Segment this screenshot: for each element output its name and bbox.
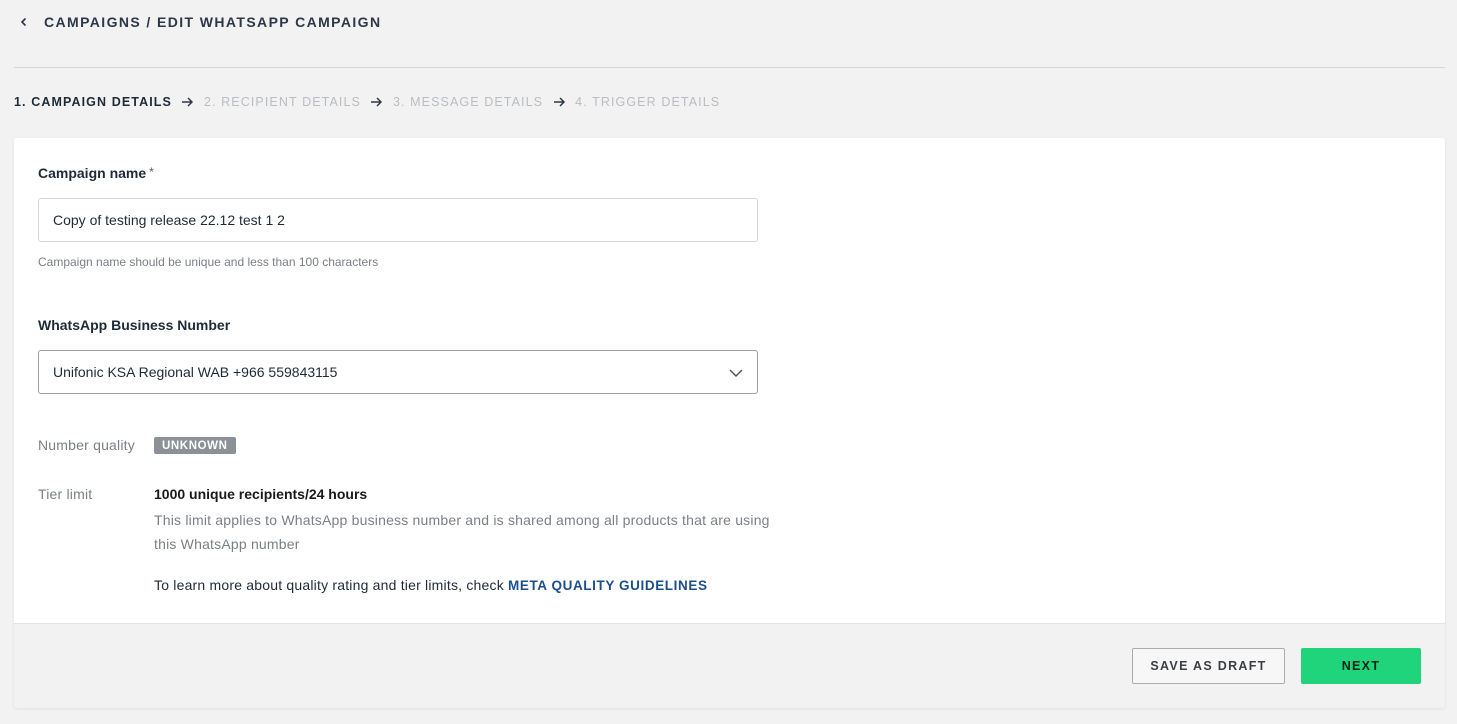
tier-limit-label: Tier limit — [38, 486, 93, 502]
business-number-label: WhatsApp Business Number — [38, 317, 231, 333]
tier-limit-value: 1000 unique recipients/24 hours — [154, 486, 368, 502]
campaign-name-input[interactable]: Copy of testing release 22.12 test 1 2 — [38, 198, 758, 242]
business-number-select[interactable]: Unifonic KSA Regional WAB +966 559843115 — [38, 350, 758, 394]
card-footer: SAVE AS DRAFT NEXT — [14, 623, 1445, 708]
next-button[interactable]: NEXT — [1301, 648, 1421, 684]
chevron-left-icon[interactable] — [14, 12, 34, 32]
campaign-name-value: Copy of testing release 22.12 test 1 2 — [53, 212, 285, 228]
arrow-right-icon — [180, 94, 196, 110]
campaign-name-label: Campaign name * — [38, 165, 154, 181]
breadcrumb: CAMPAIGNS / EDIT WHATSAPP CAMPAIGN — [44, 13, 382, 30]
campaign-name-label-text: Campaign name — [38, 165, 147, 181]
tier-limit-description: This limit applies to WhatsApp business … — [154, 512, 770, 552]
learn-more-text: To learn more about quality rating and t… — [154, 577, 708, 593]
meta-quality-guidelines-link[interactable]: META QUALITY GUIDELINES — [508, 578, 708, 593]
arrow-right-icon — [369, 94, 385, 110]
save-as-draft-button[interactable]: SAVE AS DRAFT — [1132, 648, 1285, 684]
stepper: 1. CAMPAIGN DETAILS 2. RECIPIENT DETAILS… — [14, 92, 720, 112]
step-trigger-details[interactable]: 4. TRIGGER DETAILS — [575, 95, 720, 109]
step-recipient-details[interactable]: 2. RECIPIENT DETAILS — [204, 95, 361, 109]
chevron-down-icon — [729, 364, 743, 380]
step-message-details[interactable]: 3. MESSAGE DETAILS — [393, 95, 543, 109]
number-quality-label: Number quality — [38, 437, 135, 453]
campaign-details-card: Campaign name * Copy of testing release 2… — [14, 138, 1445, 708]
status-badge: UNKNOWN — [154, 437, 236, 454]
required-mark: * — [149, 165, 154, 179]
learn-more-prefix: To learn more about quality rating and t… — [154, 577, 508, 593]
campaign-name-hint: Campaign name should be unique and less … — [38, 255, 379, 269]
arrow-right-icon — [551, 94, 567, 110]
business-number-value: Unifonic KSA Regional WAB +966 559843115 — [53, 364, 338, 380]
page-header: CAMPAIGNS / EDIT WHATSAPP CAMPAIGN — [14, 0, 1445, 68]
step-campaign-details[interactable]: 1. CAMPAIGN DETAILS — [14, 95, 172, 109]
